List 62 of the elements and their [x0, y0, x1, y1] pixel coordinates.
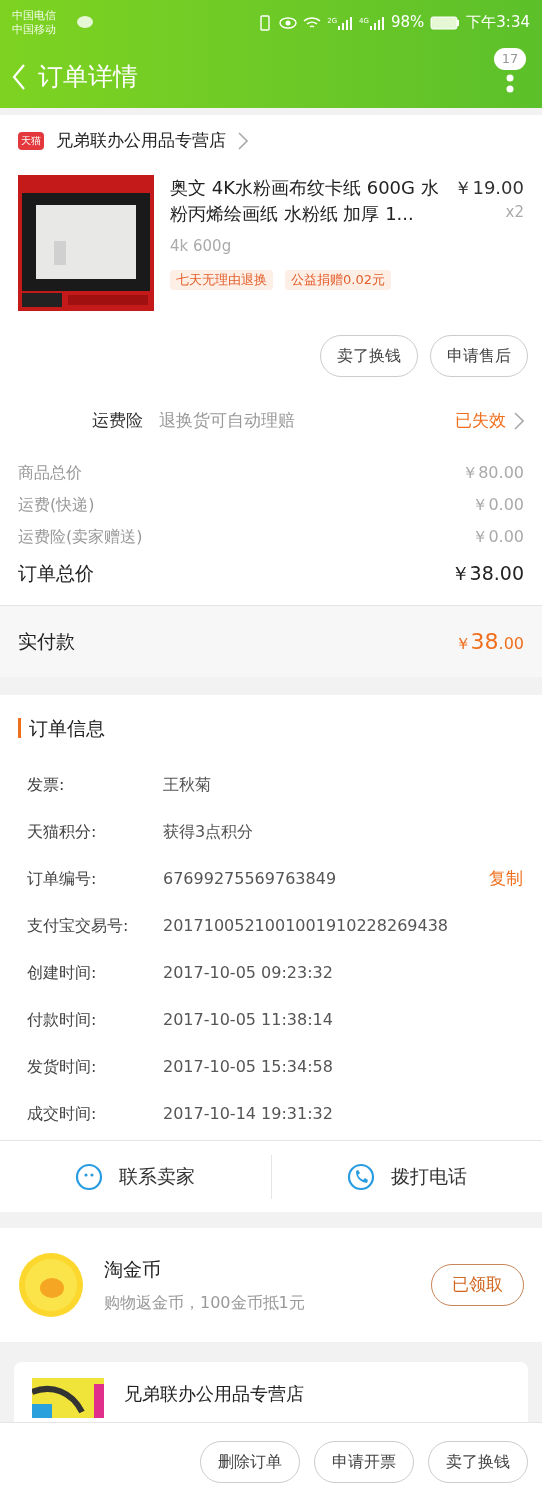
info-value: 2017100521001001910228269438 [163, 914, 449, 937]
more-icon[interactable] [506, 73, 514, 94]
info-value: 2017-10-05 15:34:58 [163, 1055, 333, 1078]
clock-time: 下午3:34 [466, 12, 530, 34]
carrier-name: 中国移动 [12, 22, 56, 37]
section-title: 订单信息 [29, 715, 105, 741]
info-label: 天猫积分: [27, 820, 98, 843]
price-label: 商品总价 [18, 462, 82, 484]
chevron-right-icon [514, 412, 524, 430]
service-tag: 七天无理由退换 [170, 269, 273, 290]
price-value: ￥0.00 [472, 526, 524, 548]
info-label: 支付宝交易号: [27, 914, 130, 937]
carrier-name: 中国电信 [12, 8, 56, 23]
price-value: ￥38.00 [450, 560, 524, 586]
insurance-description: 退换货可自动理赔 [159, 409, 295, 433]
info-value: 王秋菊 [163, 773, 211, 796]
chevron-right-icon [238, 132, 248, 150]
info-label: 创建时间: [27, 961, 98, 984]
eye-icon [279, 15, 298, 30]
info-label: 发票: [27, 773, 66, 796]
info-label: 订单编号: [27, 867, 98, 890]
product-title[interactable]: 奥文 4K水粉画布纹卡纸 600G 水粉丙烯绘画纸 水粉纸 加厚 1... [170, 175, 447, 227]
coin-subtitle: 购物返金币，100金币抵1元 [104, 1292, 305, 1315]
paid-amount: ￥38.00 [454, 628, 524, 656]
store-badge: 天猫 [18, 132, 44, 150]
paid-label: 实付款 [18, 629, 75, 655]
phone-icon [346, 1162, 375, 1191]
message-count-badge: 17 [493, 47, 527, 70]
info-value: 获得3点积分 [163, 820, 254, 843]
price-label: 运费(快递) [18, 494, 95, 516]
service-tag: 公益捐赠0.02元 [285, 269, 391, 290]
contact-button[interactable]: 联系卖家 [0, 1154, 272, 1199]
info-label: 付款时间: [27, 1008, 98, 1031]
signal-icon [368, 15, 385, 30]
back-icon[interactable] [12, 62, 26, 91]
price-value: ￥80.00 [462, 462, 524, 484]
chat-icon [76, 15, 94, 30]
shop-name[interactable]: 兄弟联办公用品专营店 [56, 128, 226, 154]
coin-title: 淘金币 [104, 1256, 162, 1282]
info-label: 发货时间: [27, 1055, 98, 1078]
price-value: ￥0.00 [472, 494, 524, 516]
wifi-icon [303, 15, 322, 30]
product-spec: 4k 600g [170, 236, 233, 257]
info-value: 2017-10-14 19:31:32 [163, 1102, 333, 1125]
quantity: x2 [505, 202, 524, 223]
signal-icon [337, 15, 354, 30]
info-value: 67699275569763849 [163, 867, 337, 890]
info-value: 2017-10-05 09:23:32 [163, 961, 333, 984]
price-label: 运费险(卖家赠送) [18, 526, 143, 548]
insurance-label: 运费险 [92, 409, 143, 433]
price-label: 订单总价 [18, 560, 94, 586]
shop-logo-icon [32, 1378, 104, 1418]
unit-price: ￥19.00 [454, 176, 524, 200]
page-title: 订单详情 [38, 60, 138, 93]
shop-name[interactable]: 兄弟联办公用品专营店 [124, 1380, 304, 1407]
battery-percent: 98% [390, 12, 425, 34]
info-value: 2017-10-05 11:38:14 [163, 1008, 333, 1031]
coin-icon [18, 1252, 84, 1318]
contact-button[interactable]: 拨打电话 [271, 1154, 542, 1199]
info-label: 成交时间: [27, 1102, 98, 1125]
chat-face-icon [75, 1162, 104, 1191]
battery-icon [430, 15, 461, 30]
